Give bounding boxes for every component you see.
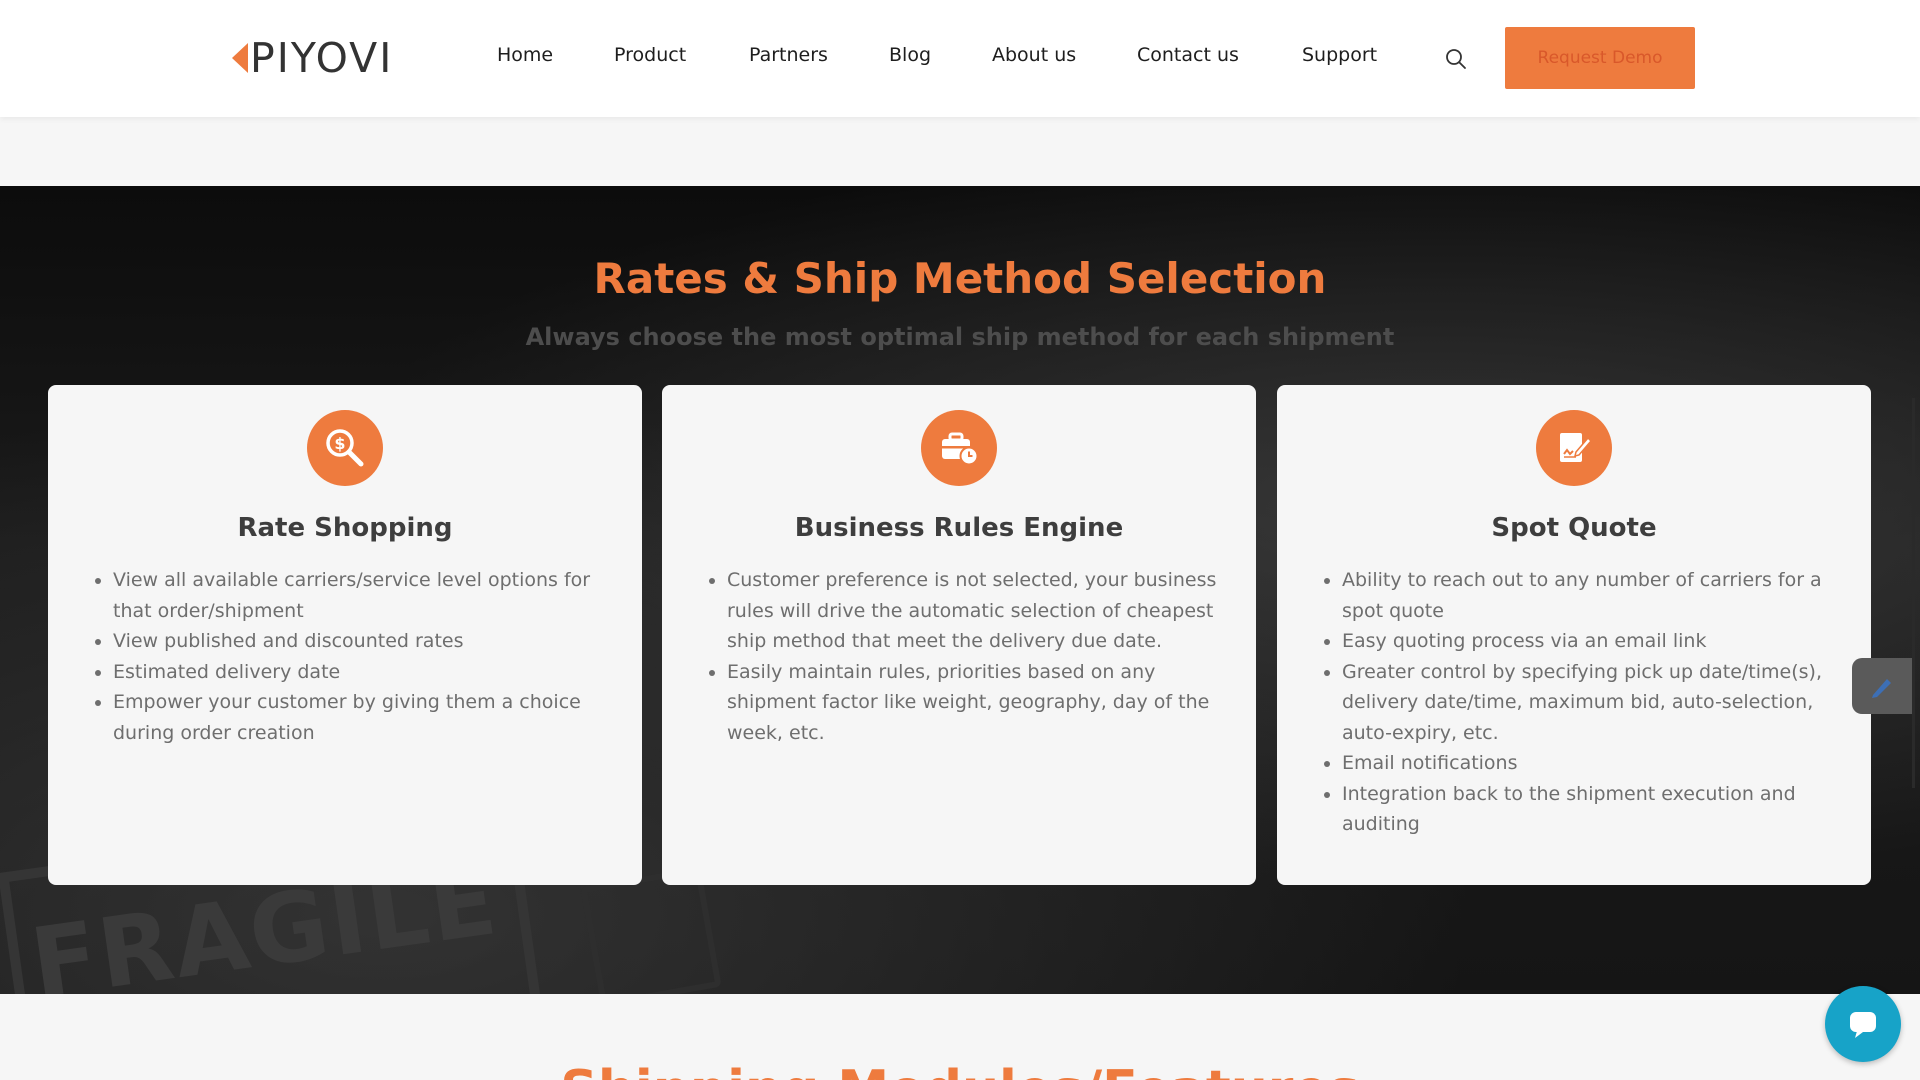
list-item: Integration back to the shipment executi…	[1342, 779, 1862, 840]
next-section-heading: Shipping Modules/Features	[0, 1060, 1920, 1080]
card-spot-quote: Spot Quote Ability to reach out to any n…	[1277, 385, 1871, 885]
list-item: Empower your customer by giving them a c…	[113, 687, 633, 748]
card-bullets: Customer preference is not selected, you…	[707, 565, 1247, 748]
list-item: Customer preference is not selected, you…	[727, 565, 1247, 657]
side-feedback-tab[interactable]	[1852, 658, 1912, 714]
nav-contact-us[interactable]: Contact us	[1137, 44, 1239, 66]
search-icon[interactable]	[1445, 48, 1467, 70]
site-header: PIYOVI Home Product Partners Blog About …	[0, 0, 1920, 117]
list-item: View all available carriers/service leve…	[113, 565, 633, 626]
card-business-rules-engine: Business Rules Engine Customer preferenc…	[662, 385, 1256, 885]
list-item: Easily maintain rules, priorities based …	[727, 657, 1247, 749]
box-decoration-icon	[580, 866, 722, 994]
nav-product[interactable]: Product	[614, 44, 686, 66]
chat-bubble-icon	[1850, 1012, 1876, 1038]
carousel-scroll-indicator[interactable]	[1912, 398, 1915, 788]
list-item: Easy quoting process via an email link	[1342, 626, 1862, 657]
section-title: Rates & Ship Method Selection	[593, 254, 1327, 303]
briefcase-clock-icon	[921, 410, 997, 486]
card-bullets: View all available carriers/service leve…	[93, 565, 633, 748]
chat-button[interactable]	[1825, 986, 1901, 1062]
list-item: View published and discounted rates	[113, 626, 633, 657]
card-bullets: Ability to reach out to any number of ca…	[1322, 565, 1862, 840]
request-demo-button[interactable]: Request Demo	[1505, 27, 1695, 89]
document-sign-icon	[1536, 410, 1612, 486]
nav-partners[interactable]: Partners	[749, 44, 828, 66]
card-title: Rate Shopping	[237, 513, 453, 543]
nav-support[interactable]: Support	[1302, 44, 1377, 66]
main-nav: Home Product Partners Blog About us Cont…	[0, 44, 1440, 74]
card-title: Spot Quote	[1491, 513, 1657, 543]
list-item: Ability to reach out to any number of ca…	[1342, 565, 1862, 626]
list-item: Email notifications	[1342, 748, 1862, 779]
card-rate-shopping: $ Rate Shopping View all available carri…	[48, 385, 642, 885]
nav-home[interactable]: Home	[497, 44, 553, 66]
pencil-icon	[1872, 679, 1891, 698]
list-item: Estimated delivery date	[113, 657, 633, 688]
nav-blog[interactable]: Blog	[889, 44, 931, 66]
section-subtitle: Always choose the most optimal ship meth…	[525, 323, 1395, 351]
nav-about-us[interactable]: About us	[992, 44, 1076, 66]
svg-text:$: $	[334, 434, 345, 453]
list-item: Greater control by specifying pick up da…	[1342, 657, 1862, 749]
dollar-search-icon: $	[307, 410, 383, 486]
card-title: Business Rules Engine	[794, 513, 1124, 543]
